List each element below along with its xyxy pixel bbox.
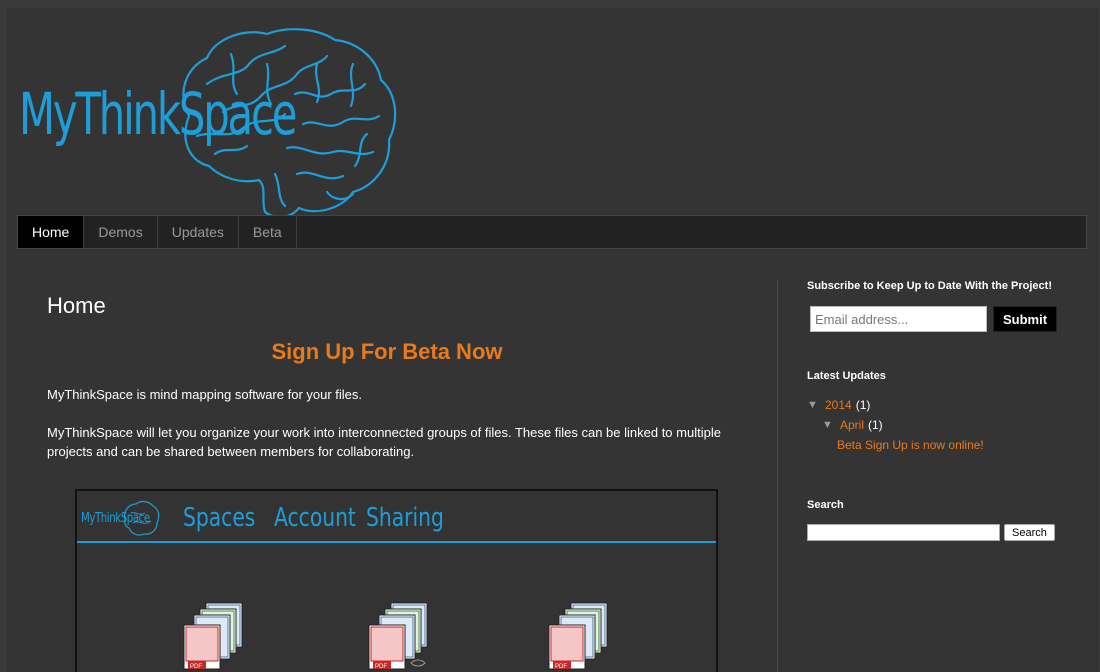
search-input[interactable]: [807, 524, 1000, 541]
description-paragraph: MyThinkSpace will let you organize your …: [47, 425, 721, 459]
column-divider: [777, 280, 778, 672]
archive-month-row: ▼ April (1): [807, 415, 1067, 435]
sidebar: Subscribe to Keep Up to Date With the Pr…: [807, 280, 1067, 541]
archive-year-link[interactable]: 2014: [825, 398, 852, 412]
header: MyThinkSpace: [7, 8, 1099, 218]
app-tab-spaces: Spaces: [183, 503, 256, 533]
app-screenshot-header: MyThinkSpace Spaces Account Sharing: [77, 491, 716, 543]
collapse-toggle-icon[interactable]: ▼: [807, 399, 825, 411]
intro-paragraph: MyThinkSpace is mind mapping software fo…: [47, 387, 363, 402]
tab-demos[interactable]: Demos: [84, 216, 158, 248]
archive-year-row: ▼ 2014 (1): [807, 395, 1067, 415]
subscribe-form: Submit: [807, 306, 1067, 332]
app-logo-text: MyThinkSpace: [81, 511, 150, 526]
pdf-badge-text: PDF: [375, 664, 387, 670]
tab-home[interactable]: Home: [18, 216, 85, 248]
archive-post-link[interactable]: Beta Sign Up is now online!: [837, 435, 1067, 455]
beta-signup-link[interactable]: Sign Up For Beta Now: [27, 339, 747, 365]
pdf-badge-text: PDF: [555, 664, 567, 670]
main-content: Home Sign Up For Beta Now MyThinkSpace i…: [47, 293, 747, 461]
search-title: Search: [807, 499, 844, 511]
file-stack-icon: PDF: [368, 602, 428, 670]
submit-button[interactable]: Submit: [993, 306, 1058, 332]
app-tab-account: Account: [274, 503, 356, 533]
pdf-badge-text: PDF: [190, 664, 202, 670]
app-screenshot: MyThinkSpace Spaces Account Sharing PDF: [75, 489, 718, 672]
search-form: Search: [807, 524, 1067, 541]
main-nav: Home Demos Updates Beta: [17, 215, 1087, 249]
blog-archive: ▼ 2014 (1) ▼ April (1) Beta Sign Up is n…: [807, 395, 1067, 455]
search-button[interactable]: Search: [1004, 524, 1055, 541]
page-title: Home: [47, 293, 106, 318]
file-stack-icon: PDF: [183, 602, 243, 670]
email-field[interactable]: [810, 306, 987, 332]
archive-month-count: (1): [868, 418, 883, 432]
app-tab-sharing: Sharing: [366, 503, 444, 533]
page: MyThinkSpace Home Demos Updates Beta Hom…: [7, 8, 1099, 672]
archive-year-count: (1): [855, 398, 871, 412]
latest-updates-title: Latest Updates: [807, 370, 886, 382]
tab-updates[interactable]: Updates: [158, 216, 239, 248]
archive-month-link[interactable]: April: [840, 418, 864, 432]
site-logo-text[interactable]: MyThinkSpace: [19, 80, 297, 148]
subscribe-title: Subscribe to Keep Up to Date With the Pr…: [807, 280, 1052, 292]
file-stack-icon: PDF: [548, 602, 608, 670]
tab-beta[interactable]: Beta: [239, 216, 297, 248]
collapse-toggle-icon[interactable]: ▼: [822, 419, 840, 431]
